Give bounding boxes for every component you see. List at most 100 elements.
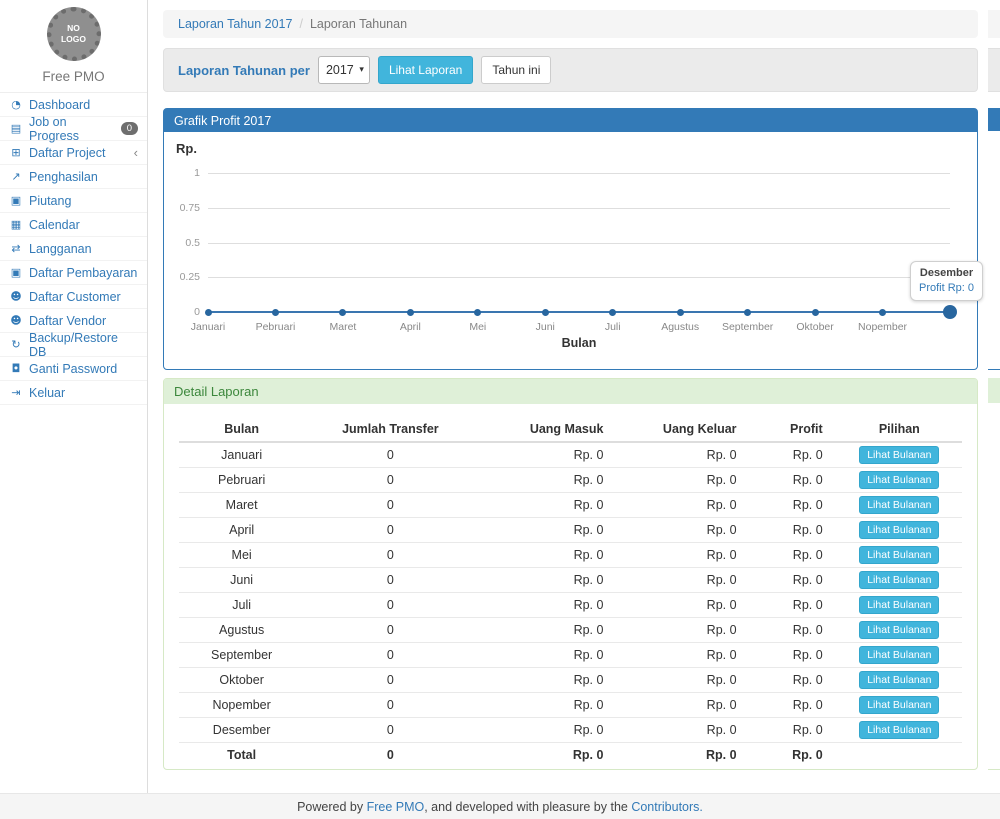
cell-jumlah-transfer: 0 (304, 618, 476, 643)
cell-bulan: Juli (179, 593, 304, 618)
cell-profit: Rp. 0 (751, 693, 837, 718)
data-point-pebruari[interactable] (272, 309, 279, 316)
cell-uang-masuk: Rp. 0 (477, 668, 618, 693)
table-header-row: BulanJumlah TransferUang MasukUang Kelua… (179, 417, 962, 442)
x-tick-label: Nopember (838, 321, 928, 333)
data-point-september[interactable] (744, 309, 751, 316)
data-point-maret[interactable] (339, 309, 346, 316)
data-point-mei[interactable] (474, 309, 481, 316)
table-row: Agustus0Rp. 0Rp. 0Rp. 0Lihat Bulanan (179, 618, 962, 643)
cell-uang-keluar: Rp. 0 (617, 568, 750, 593)
sidebar-item-calendar[interactable]: ▦Calendar (0, 213, 147, 237)
sidebar-item-daftar-vendor[interactable]: ☻Daftar Vendor (0, 309, 147, 333)
sidebar-item-label: Daftar Vendor (29, 314, 106, 328)
lihat-bulanan-button[interactable]: Lihat Bulanan (859, 671, 939, 689)
clipped-breadcrumb-edge (988, 10, 1000, 38)
sidebar-item-keluar[interactable]: ⇥Keluar (0, 381, 147, 405)
detail-panel-title: Detail Laporan (164, 379, 977, 404)
tahun-ini-button[interactable]: Tahun ini (481, 56, 551, 84)
cell-uang-keluar: Rp. 0 (617, 693, 750, 718)
data-point-agustus[interactable] (677, 309, 684, 316)
cell-uang-keluar: Rp. 0 (617, 743, 750, 767)
lihat-bulanan-button[interactable]: Lihat Bulanan (859, 571, 939, 589)
data-point-nopember[interactable] (879, 309, 886, 316)
breadcrumb-separator: / (299, 17, 302, 31)
cell-uang-masuk: Rp. 0 (477, 643, 618, 668)
sidebar-item-daftar-project[interactable]: ⊞Daftar Project‹ (0, 141, 147, 165)
lihat-bulanan-button[interactable]: Lihat Bulanan (859, 721, 939, 739)
table-row: Juli0Rp. 0Rp. 0Rp. 0Lihat Bulanan (179, 593, 962, 618)
lihat-bulanan-button[interactable]: Lihat Bulanan (859, 621, 939, 639)
cell-uang-masuk: Rp. 0 (477, 442, 618, 468)
sidebar-item-penghasilan[interactable]: ↗Penghasilan (0, 165, 147, 189)
cell-profit: Rp. 0 (751, 468, 837, 493)
cell-bulan: Mei (179, 543, 304, 568)
year-select[interactable]: 2017 ▾ (318, 56, 370, 84)
data-point-april[interactable] (407, 309, 414, 316)
data-point-juli[interactable] (609, 309, 616, 316)
sidebar-item-langganan[interactable]: ⇄Langganan (0, 237, 147, 261)
no-logo-badge: NO LOGO (47, 7, 101, 61)
sidebar-item-ganti-password[interactable]: ◘Ganti Password (0, 357, 147, 381)
sidebar-item-label: Penghasilan (29, 170, 98, 184)
gridline (208, 208, 950, 209)
breadcrumb-link-laporan-tahun[interactable]: Laporan Tahun 2017 (178, 17, 292, 31)
table-row: Oktober0Rp. 0Rp. 0Rp. 0Lihat Bulanan (179, 668, 962, 693)
sidebar-item-daftar-pembayaran[interactable]: ▣Daftar Pembayaran (0, 261, 147, 285)
data-point-juni[interactable] (542, 309, 549, 316)
breadcrumb-current: Laporan Tahunan (310, 17, 407, 31)
sidebar-item-dashboard[interactable]: ◔Dashboard (0, 93, 147, 117)
cell-uang-keluar: Rp. 0 (617, 668, 750, 693)
data-point-desember[interactable] (943, 305, 957, 319)
cell-uang-keluar: Rp. 0 (617, 518, 750, 543)
sidebar-item-job-on-progress[interactable]: ▤Job on Progress0 (0, 117, 147, 141)
data-point-januari[interactable] (205, 309, 212, 316)
cell-uang-masuk: Rp. 0 (477, 593, 618, 618)
sidebar-item-backup-restore-db[interactable]: ↻Backup/Restore DB (0, 333, 147, 357)
cell-jumlah-transfer: 0 (304, 593, 476, 618)
lihat-bulanan-button[interactable]: Lihat Bulanan (859, 471, 939, 489)
sidebar-item-label: Backup/Restore DB (29, 331, 138, 359)
profit-line (208, 311, 950, 313)
cell-pilihan: Lihat Bulanan (837, 518, 962, 543)
cell-uang-keluar: Rp. 0 (617, 442, 750, 468)
x-axis-title: Bulan (208, 336, 950, 350)
cell-uang-keluar: Rp. 0 (617, 493, 750, 518)
table-row: Januari0Rp. 0Rp. 0Rp. 0Lihat Bulanan (179, 442, 962, 468)
detail-report-panel: Detail Laporan BulanJumlah TransferUang … (163, 378, 978, 770)
lihat-laporan-button[interactable]: Lihat Laporan (378, 56, 473, 84)
sidebar-item-daftar-customer[interactable]: ☻Daftar Customer (0, 285, 147, 309)
cell-pilihan: Lihat Bulanan (837, 493, 962, 518)
cell-profit: Rp. 0 (751, 643, 837, 668)
cell-pilihan: Lihat Bulanan (837, 568, 962, 593)
cell-jumlah-transfer: 0 (304, 718, 476, 743)
sign-out-icon: ⇥ (9, 386, 23, 399)
cell-pilihan: Lihat Bulanan (837, 543, 962, 568)
sidebar-item-piutang[interactable]: ▣Piutang (0, 189, 147, 213)
cell-profit: Rp. 0 (751, 668, 837, 693)
newspaper-icon: ▤ (9, 122, 23, 135)
cell-uang-masuk: Rp. 0 (477, 468, 618, 493)
sidebar-item-label: Langganan (29, 242, 92, 256)
cell-bulan: Oktober (179, 668, 304, 693)
lihat-bulanan-button[interactable]: Lihat Bulanan (859, 696, 939, 714)
calendar-icon: ▦ (9, 218, 23, 231)
lihat-bulanan-button[interactable]: Lihat Bulanan (859, 521, 939, 539)
sidebar-item-label: Piutang (29, 194, 71, 208)
lihat-bulanan-button[interactable]: Lihat Bulanan (859, 646, 939, 664)
cell-bulan: Maret (179, 493, 304, 518)
page-footer: Powered by Free PMO, and developed with … (0, 793, 1000, 819)
cell-jumlah-transfer: 0 (304, 743, 476, 767)
cell-profit: Rp. 0 (751, 493, 837, 518)
lihat-bulanan-button[interactable]: Lihat Bulanan (859, 546, 939, 564)
clipped-chart-header-edge (988, 108, 1000, 131)
lihat-bulanan-button[interactable]: Lihat Bulanan (859, 496, 939, 514)
lihat-bulanan-button[interactable]: Lihat Bulanan (859, 596, 939, 614)
cell-jumlah-transfer: 0 (304, 568, 476, 593)
sidebar-item-label: Dashboard (29, 98, 90, 112)
cell-profit: Rp. 0 (751, 718, 837, 743)
data-point-oktober[interactable] (812, 309, 819, 316)
footer-link-contributors[interactable]: Contributors. (631, 800, 703, 814)
footer-link-free-pmo[interactable]: Free PMO (367, 800, 425, 814)
lihat-bulanan-button[interactable]: Lihat Bulanan (859, 446, 939, 464)
